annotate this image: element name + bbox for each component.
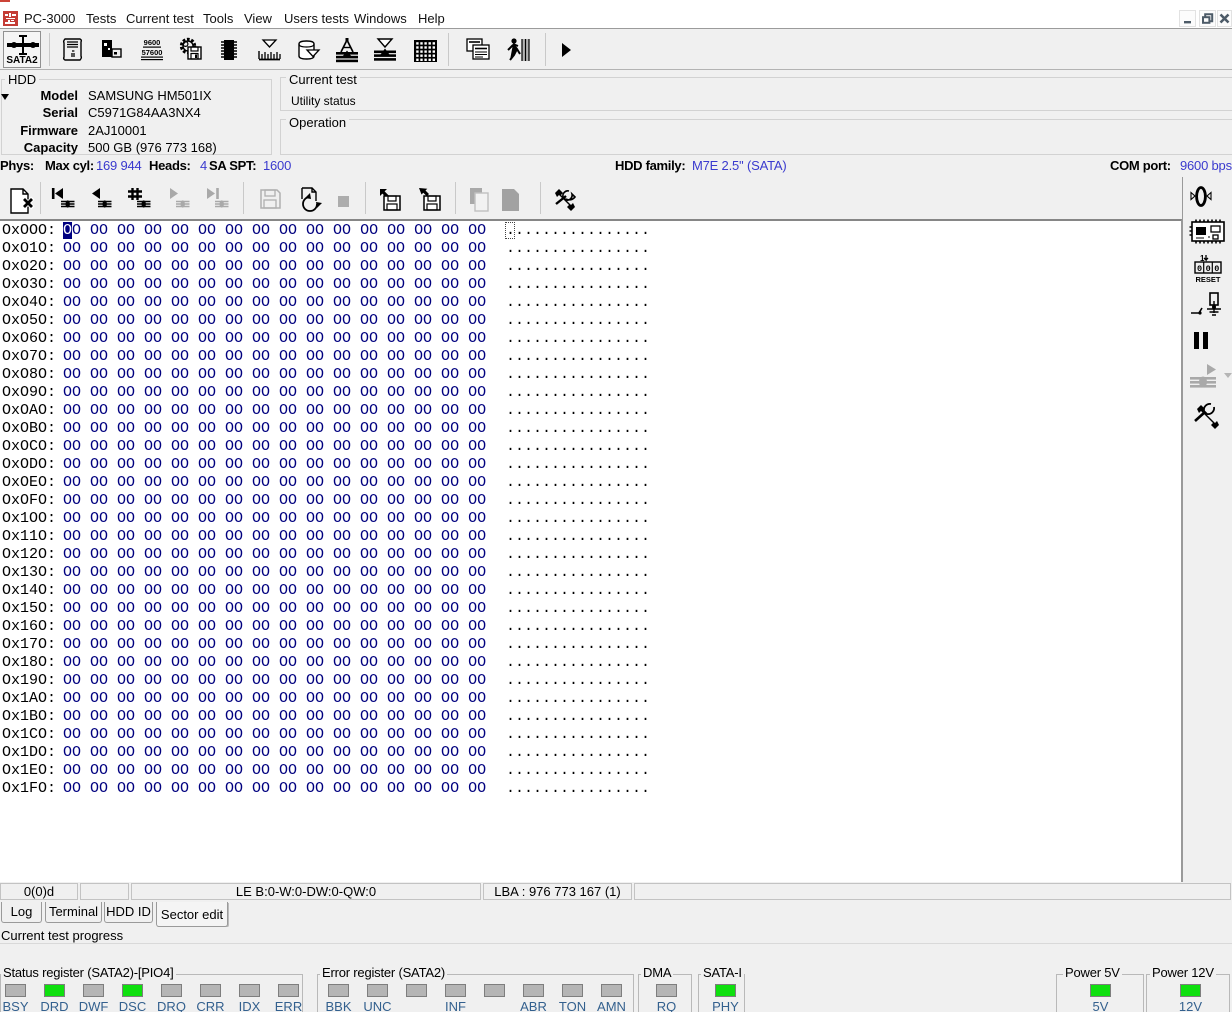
svg-text:57600: 57600 (142, 48, 163, 57)
svg-text:0: 0 (1197, 264, 1202, 274)
svg-text:RESET: RESET (1195, 275, 1220, 283)
svg-text:0: 0 (1206, 264, 1211, 274)
svg-text:9600: 9600 (144, 38, 161, 47)
svg-text:0: 0 (1214, 264, 1219, 274)
